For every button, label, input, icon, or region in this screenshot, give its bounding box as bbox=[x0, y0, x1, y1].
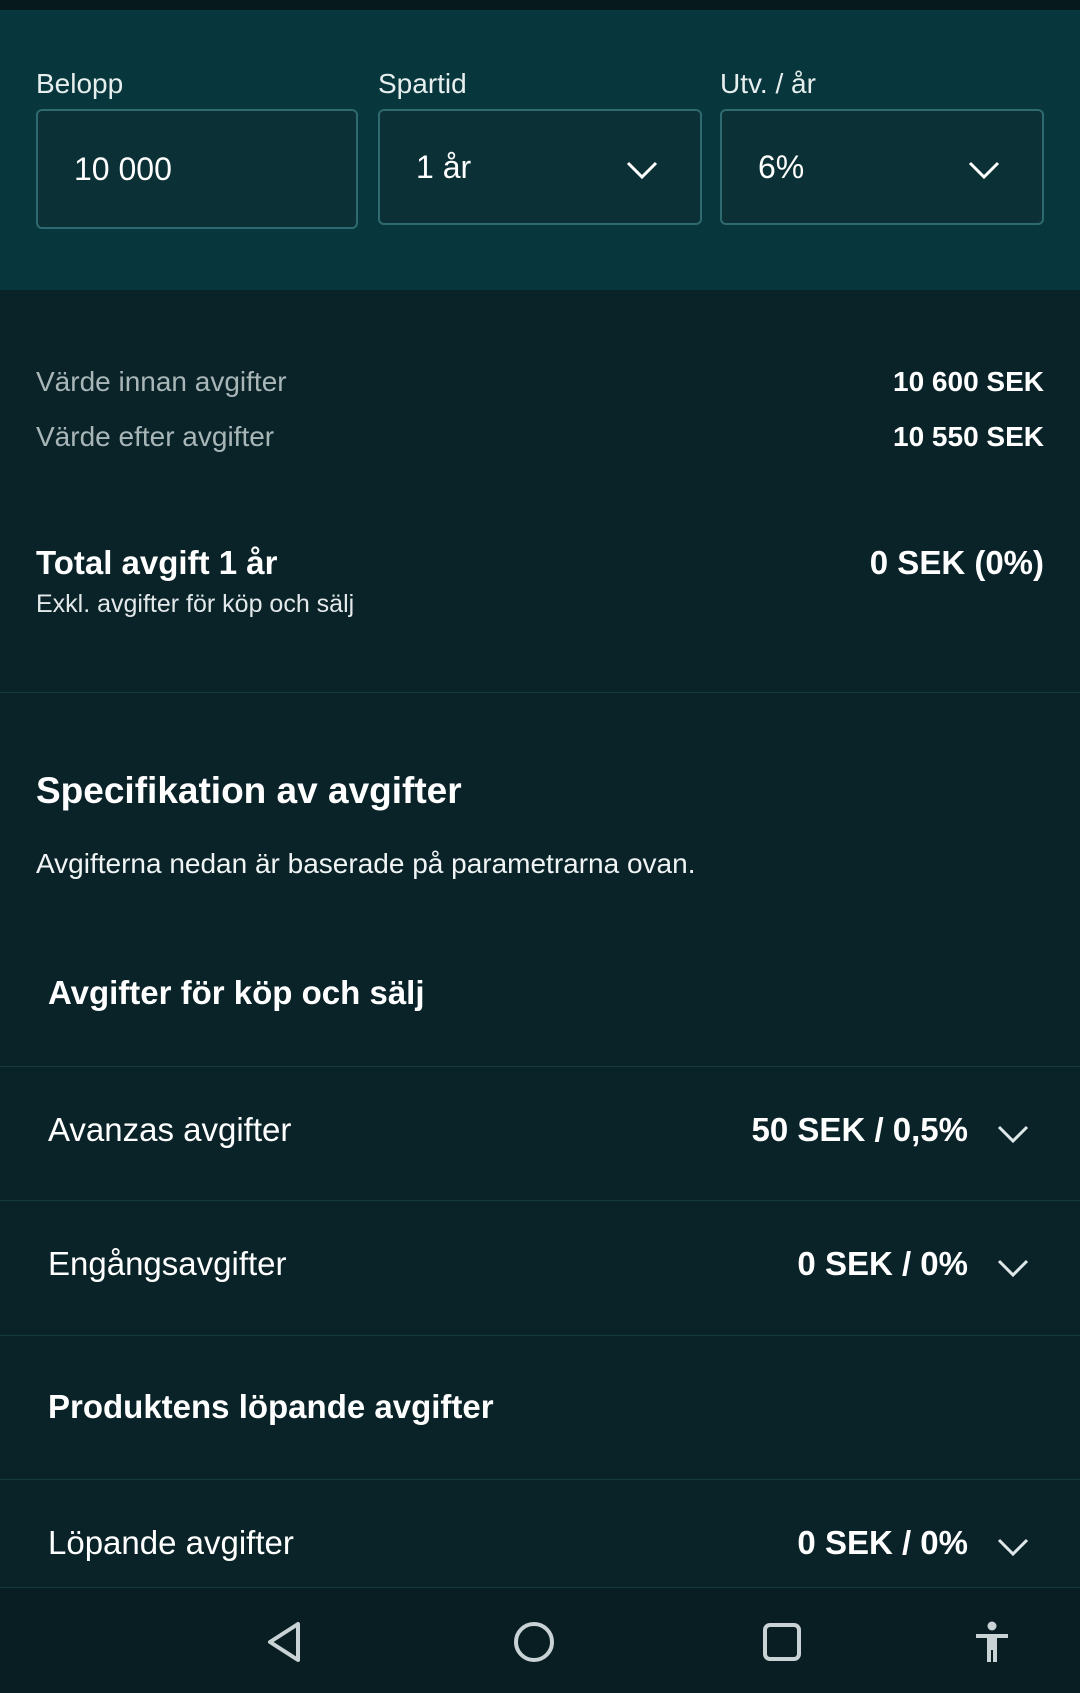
growth-label: Utv. / år bbox=[720, 68, 816, 99]
spec-description: Avgifterna nedan är baserade på parametr… bbox=[36, 848, 696, 879]
growth-value: 6% bbox=[758, 149, 805, 185]
chevron-down-icon bbox=[996, 1535, 1030, 1557]
system-navigation-bar bbox=[0, 1587, 1080, 1693]
fee-row-label: Avanzas avgifter bbox=[48, 1111, 292, 1148]
home-icon[interactable] bbox=[510, 1618, 558, 1666]
total-fee-value: 0 SEK (0%) bbox=[869, 544, 1044, 581]
value-after-fees-label: Värde efter avgifter bbox=[36, 421, 275, 452]
spec-title: Specifikation av avgifter bbox=[36, 770, 462, 811]
growth-select[interactable]: 6% bbox=[720, 109, 1044, 225]
total-fee-title: Total avgift 1 år bbox=[36, 544, 278, 581]
saving-time-label: Spartid bbox=[378, 68, 467, 99]
chevron-down-icon bbox=[966, 157, 1002, 181]
fee-row-value: 50 SEK / 0,5% bbox=[751, 1111, 968, 1148]
amount-input[interactable]: 10 000 bbox=[36, 109, 358, 229]
divider bbox=[0, 1335, 1080, 1336]
buy-sell-group-title: Avgifter för köp och sälj bbox=[48, 974, 425, 1011]
chevron-down-icon bbox=[996, 1256, 1030, 1278]
chevron-down-icon bbox=[624, 157, 660, 181]
fee-row-value: 0 SEK / 0% bbox=[797, 1524, 968, 1561]
fee-row-label: Engångsavgifter bbox=[48, 1245, 287, 1282]
back-icon[interactable] bbox=[262, 1618, 310, 1666]
amount-label: Belopp bbox=[36, 68, 124, 99]
accessibility-icon[interactable] bbox=[968, 1618, 1016, 1666]
value-after-fees: 10 550 SEK bbox=[893, 421, 1044, 452]
fee-row-value: 0 SEK / 0% bbox=[797, 1245, 968, 1282]
recents-icon[interactable] bbox=[758, 1618, 806, 1666]
fee-row-one-time[interactable]: Engångsavgifter 0 SEK / 0% bbox=[0, 1200, 1080, 1334]
total-fee-subtitle: Exkl. avgifter för köp och sälj bbox=[36, 590, 355, 618]
saving-time-select[interactable]: 1 år bbox=[378, 109, 702, 225]
amount-value: 10 000 bbox=[74, 151, 172, 187]
chevron-down-icon bbox=[996, 1122, 1030, 1144]
parameters-panel: Belopp 10 000 Spartid 1 år Utv. / år 6% bbox=[0, 10, 1080, 290]
fee-row-label: Löpande avgifter bbox=[48, 1524, 294, 1561]
status-bar bbox=[0, 0, 1080, 10]
value-before-fees-label: Värde innan avgifter bbox=[36, 366, 287, 397]
running-group-title: Produktens löpande avgifter bbox=[48, 1388, 494, 1425]
fee-row-running[interactable]: Löpande avgifter 0 SEK / 0% bbox=[0, 1479, 1080, 1587]
saving-time-value: 1 år bbox=[416, 149, 472, 185]
divider bbox=[0, 692, 1080, 693]
value-before-fees: 10 600 SEK bbox=[893, 366, 1044, 397]
fee-row-avanza[interactable]: Avanzas avgifter 50 SEK / 0,5% bbox=[0, 1066, 1080, 1200]
